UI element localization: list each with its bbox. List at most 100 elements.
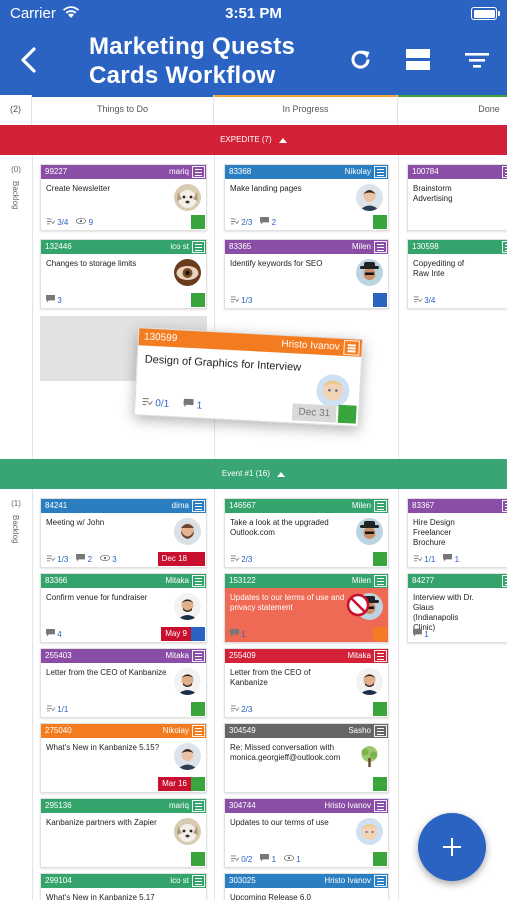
dragging-card[interactable]: 130599 Hristo Ivanov Design of Graphics … bbox=[133, 327, 364, 427]
column-divider bbox=[398, 155, 399, 459]
refresh-icon[interactable] bbox=[347, 46, 375, 74]
add-card-button[interactable] bbox=[418, 813, 486, 881]
card-menu-icon[interactable] bbox=[502, 500, 507, 512]
backlog-label: Backlog bbox=[11, 515, 20, 544]
card-owner: ico st bbox=[170, 242, 189, 251]
swimlane-expedite[interactable]: EXPEDITE (7) bbox=[0, 125, 507, 155]
kanban-card[interactable]: 255409 Mitaka Letter from the CEO of Kanba… bbox=[224, 648, 389, 718]
card-menu-icon[interactable] bbox=[502, 241, 507, 253]
kanban-card[interactable]: 99227 mariq Create Newsletter 3/4 9 bbox=[40, 164, 207, 231]
kanban-card[interactable]: 83368 Nikolay Make landing pages 2/3 2 bbox=[224, 164, 389, 231]
card-menu-icon[interactable] bbox=[374, 875, 387, 887]
card-status-square bbox=[337, 404, 357, 424]
card-header: 84277 bbox=[408, 574, 507, 588]
column-done[interactable]: Done bbox=[398, 95, 507, 125]
kanban-card[interactable]: 304549 Sasho Re: Missed conversation with … bbox=[224, 723, 389, 793]
card-menu-icon[interactable] bbox=[502, 166, 507, 178]
card-id: 84241 bbox=[45, 501, 68, 510]
card-menu-icon[interactable] bbox=[374, 241, 387, 253]
comment-icon bbox=[183, 398, 195, 408]
card-owner: Hristo Ivanov bbox=[324, 876, 371, 885]
card-menu-icon[interactable] bbox=[374, 166, 387, 178]
card-header: 146567 Milen bbox=[225, 499, 388, 513]
card-menu-icon[interactable] bbox=[374, 650, 387, 662]
card-title: Brainstorm Advertising bbox=[413, 184, 453, 203]
card-meta: 1 bbox=[413, 629, 437, 639]
subtasks-icon bbox=[230, 855, 240, 862]
card-header: 99227 mariq bbox=[41, 165, 206, 179]
card-menu-icon[interactable] bbox=[374, 800, 387, 812]
avatar bbox=[315, 373, 351, 409]
subtasks-icon bbox=[46, 218, 56, 225]
watchers-icon bbox=[76, 217, 87, 225]
comment-icon bbox=[46, 295, 55, 303]
card-meta: 2/3 2 bbox=[230, 217, 284, 227]
kanban-card[interactable]: 299104 ico st What's New in Kanbanize 5.17 bbox=[40, 873, 207, 900]
due-date-badge: Mar 16 bbox=[158, 777, 191, 791]
column-things-to-do[interactable]: Things to Do bbox=[32, 95, 214, 125]
column-color-bar bbox=[398, 95, 507, 97]
back-arrow-icon[interactable] bbox=[16, 45, 42, 75]
swimlane-event-1[interactable]: Event #1 (16) bbox=[0, 459, 507, 489]
card-owner: Hristo Ivanov bbox=[324, 801, 371, 810]
comment-count: 1 bbox=[196, 400, 203, 412]
card-status-square bbox=[191, 702, 205, 716]
card-menu-icon[interactable] bbox=[343, 339, 361, 356]
kanban-card[interactable]: 303025 Hristo Ivanov Upcoming Release 6.0 bbox=[224, 873, 389, 900]
card-meta: 1/3 bbox=[230, 295, 260, 305]
kanban-card[interactable]: 132446 ico st Changes to storage limits 3 bbox=[40, 239, 207, 309]
card-menu-icon[interactable] bbox=[192, 500, 205, 512]
kanban-card[interactable]: 100784 Brainstorm Advertising bbox=[407, 164, 507, 231]
layout-toggle-icon[interactable] bbox=[404, 46, 432, 74]
card-menu-icon[interactable] bbox=[374, 500, 387, 512]
card-meta: 4 bbox=[46, 629, 70, 639]
page-title: Marketing Quests Cards Workflow bbox=[89, 32, 339, 90]
card-meta: 1/3 2 3 bbox=[46, 554, 125, 564]
card-owner: Milen bbox=[351, 242, 371, 251]
card-title: Design of Graphics for Interview bbox=[144, 353, 302, 374]
kanban-card[interactable]: 83366 Mitaka Confirm venue for fundraiser … bbox=[40, 573, 207, 643]
blocked-icon bbox=[346, 593, 370, 617]
kanban-card[interactable]: 153122 Milen Updates to our terms of use a… bbox=[224, 573, 389, 643]
card-status-square bbox=[191, 293, 205, 307]
swimlane-label: EXPEDITE (7) bbox=[220, 135, 272, 144]
column-divider bbox=[214, 489, 215, 900]
kanban-card[interactable]: 130598 Copyediting of Raw Inte 3/4 bbox=[407, 239, 507, 309]
card-menu-icon[interactable] bbox=[192, 725, 205, 737]
card-meta: 1/1 bbox=[46, 704, 76, 714]
watcher-count: 9 bbox=[88, 218, 94, 227]
card-menu-icon[interactable] bbox=[192, 575, 205, 587]
kanban-card[interactable]: 83365 Milen Identify keywords for SEO 1/3 bbox=[224, 239, 389, 309]
card-header: 304744 Hristo Ivanov bbox=[225, 799, 388, 813]
kanban-card[interactable]: 84277 Interview with Dr. Glaus (Indianapo… bbox=[407, 573, 507, 643]
column-in-progress[interactable]: In Progress bbox=[214, 95, 398, 125]
avatar bbox=[356, 518, 383, 545]
column-title: Done bbox=[478, 104, 500, 114]
avatar bbox=[174, 818, 201, 845]
subtask-count: 2/3 bbox=[241, 218, 253, 227]
kanban-card[interactable]: 275040 Nikolay What's New in Kanbanize 5.1… bbox=[40, 723, 207, 793]
kanban-card[interactable]: 84241 dima Meeting w/ John 1/3 2 3 Dec 18 bbox=[40, 498, 207, 568]
card-menu-icon[interactable] bbox=[192, 875, 205, 887]
card-menu-icon[interactable] bbox=[374, 575, 387, 587]
kanban-card[interactable]: 146567 Milen Take a look at the upgraded O… bbox=[224, 498, 389, 568]
avatar bbox=[356, 184, 383, 211]
card-owner: mariq bbox=[168, 801, 189, 810]
card-menu-icon[interactable] bbox=[192, 650, 205, 662]
card-menu-icon[interactable] bbox=[192, 166, 205, 178]
app-header: Carrier 3:51 PM Marketing Quests Cards W… bbox=[0, 0, 507, 95]
card-menu-icon[interactable] bbox=[502, 575, 507, 587]
avatar bbox=[174, 518, 201, 545]
card-status-square bbox=[191, 777, 205, 791]
kanban-card[interactable]: 295136 mariq Kanbanize partners with Zapie… bbox=[40, 798, 207, 868]
card-menu-icon[interactable] bbox=[192, 800, 205, 812]
filter-icon[interactable] bbox=[463, 46, 491, 74]
card-menu-icon[interactable] bbox=[374, 725, 387, 737]
card-title: Make landing pages bbox=[230, 184, 302, 193]
kanban-card[interactable]: 255403 Mitaka Letter from the CEO of Kanba… bbox=[40, 648, 207, 718]
card-owner: Nikolay bbox=[162, 726, 189, 735]
kanban-card[interactable]: 83367 Hire Design Freelancer Brochure 1/1… bbox=[407, 498, 507, 568]
card-owner: Mitaka bbox=[165, 576, 189, 585]
kanban-card[interactable]: 304744 Hristo Ivanov Updates to our terms … bbox=[224, 798, 389, 868]
card-menu-icon[interactable] bbox=[192, 241, 205, 253]
